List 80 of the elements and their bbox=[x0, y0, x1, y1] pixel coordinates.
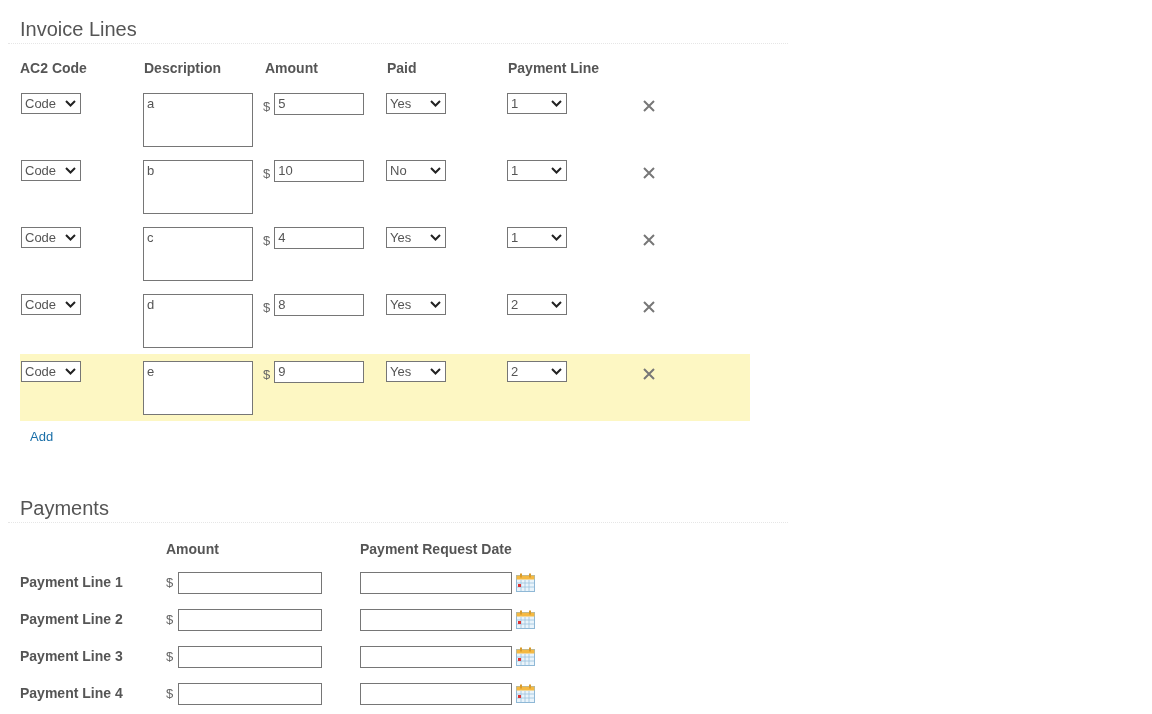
description-field[interactable]: a bbox=[143, 93, 253, 147]
amount-field[interactable] bbox=[178, 645, 323, 668]
date-field[interactable] bbox=[360, 682, 512, 705]
payment-line-select[interactable]: 1 bbox=[507, 93, 567, 114]
add-link[interactable]: Add bbox=[30, 429, 54, 444]
calendar-icon[interactable] bbox=[516, 573, 535, 592]
date-field[interactable] bbox=[360, 645, 512, 668]
amount-field[interactable]: 8 bbox=[274, 294, 365, 316]
column-header: Amount bbox=[166, 541, 219, 557]
column-header: Payment Request Date bbox=[360, 541, 512, 557]
amount-field[interactable] bbox=[178, 608, 323, 631]
chevron-down-icon bbox=[551, 301, 562, 308]
close-icon[interactable] bbox=[643, 301, 655, 313]
amount-field[interactable]: 4 bbox=[274, 227, 365, 249]
date-field[interactable] bbox=[360, 571, 512, 594]
calendar-icon[interactable] bbox=[516, 647, 535, 666]
amount-field[interactable]: 5 bbox=[274, 93, 365, 115]
chevron-down-icon bbox=[430, 167, 441, 174]
payment-line-select[interactable]: 2 bbox=[507, 361, 567, 382]
chevron-down-icon bbox=[551, 368, 562, 375]
currency-symbol: $ bbox=[166, 647, 174, 666]
code-select[interactable]: Code bbox=[21, 361, 81, 382]
amount-field[interactable] bbox=[178, 571, 323, 594]
currency-symbol: $ bbox=[263, 299, 271, 317]
currency-symbol: $ bbox=[263, 366, 271, 384]
paid-select[interactable]: Yes bbox=[386, 294, 446, 315]
amount-field[interactable]: 10 bbox=[274, 160, 365, 182]
chevron-down-icon bbox=[551, 100, 562, 107]
chevron-down-icon bbox=[430, 234, 441, 241]
amount-field[interactable]: 9 bbox=[274, 361, 365, 383]
code-select[interactable]: Code bbox=[21, 93, 81, 114]
chevron-down-icon bbox=[65, 368, 76, 375]
paid-select[interactable]: No bbox=[386, 160, 446, 181]
chevron-down-icon bbox=[430, 301, 441, 308]
chevron-down-icon bbox=[430, 100, 441, 107]
code-select[interactable]: Code bbox=[21, 227, 81, 248]
description-field[interactable]: b bbox=[143, 160, 253, 214]
currency-symbol: $ bbox=[166, 610, 174, 629]
row-label: Payment Line 2 bbox=[20, 610, 124, 629]
row-label: Payment Line 3 bbox=[20, 647, 124, 666]
payment-line-select[interactable]: 2 bbox=[507, 294, 567, 315]
close-icon[interactable] bbox=[643, 100, 655, 112]
calendar-icon[interactable] bbox=[516, 610, 535, 629]
close-icon[interactable] bbox=[643, 234, 655, 246]
description-field[interactable]: c bbox=[143, 227, 253, 281]
paid-select[interactable]: Yes bbox=[386, 93, 446, 114]
paid-select[interactable]: Yes bbox=[386, 361, 446, 382]
currency-symbol: $ bbox=[166, 684, 174, 703]
chevron-down-icon bbox=[65, 234, 76, 241]
chevron-down-icon bbox=[551, 234, 562, 241]
column-header: Paid bbox=[387, 60, 417, 76]
paid-select[interactable]: Yes bbox=[386, 227, 446, 248]
description-field[interactable]: e bbox=[143, 361, 253, 415]
code-select[interactable]: Code bbox=[21, 294, 81, 315]
column-header: AC2 Code bbox=[20, 60, 87, 76]
payment-line-select[interactable]: 1 bbox=[507, 227, 567, 248]
amount-field[interactable] bbox=[178, 682, 323, 705]
calendar-icon[interactable] bbox=[516, 684, 535, 703]
close-icon[interactable] bbox=[643, 368, 655, 380]
close-icon[interactable] bbox=[643, 167, 655, 179]
payment-line-select[interactable]: 1 bbox=[507, 160, 567, 181]
column-header: Description bbox=[144, 60, 221, 76]
currency-symbol: $ bbox=[263, 232, 271, 250]
section-title: Invoice Lines bbox=[20, 17, 138, 41]
currency-symbol: $ bbox=[166, 573, 174, 592]
section-title: Payments bbox=[20, 496, 110, 520]
chevron-down-icon bbox=[551, 167, 562, 174]
row-label: Payment Line 1 bbox=[20, 573, 124, 592]
code-select[interactable]: Code bbox=[21, 160, 81, 181]
chevron-down-icon bbox=[65, 100, 76, 107]
column-header: Amount bbox=[265, 60, 318, 76]
row-label: Payment Line 4 bbox=[20, 684, 124, 703]
column-header: Payment Line bbox=[508, 60, 600, 76]
chevron-down-icon bbox=[65, 301, 76, 308]
currency-symbol: $ bbox=[263, 165, 271, 183]
currency-symbol: $ bbox=[263, 98, 271, 116]
chevron-down-icon bbox=[430, 368, 441, 375]
chevron-down-icon bbox=[65, 167, 76, 174]
description-field[interactable]: d bbox=[143, 294, 253, 348]
date-field[interactable] bbox=[360, 608, 512, 631]
